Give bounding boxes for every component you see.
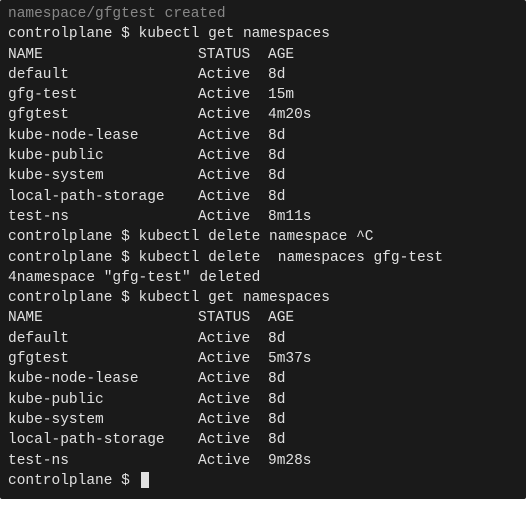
cell-status: Active [198, 187, 268, 207]
prompt-symbol: $ [121, 26, 130, 42]
cell-status: Active [198, 430, 268, 450]
cell-name: test-ns [8, 451, 198, 471]
cell-name: local-path-storage [8, 430, 198, 450]
table-row: test-nsActive8m11s [8, 207, 518, 227]
prompt-symbol: $ [121, 290, 130, 306]
table-row: kube-publicActive8d [8, 390, 518, 410]
prompt-symbol: $ [121, 250, 130, 266]
cell-age: 8d [268, 65, 285, 85]
command-text: kubectl get namespaces [139, 26, 330, 42]
cell-name: gfgtest [8, 105, 198, 125]
cell-age: 15m [268, 85, 294, 105]
cell-name: gfg-test [8, 85, 198, 105]
table-row: local-path-storageActive8d [8, 430, 518, 450]
prompt-line-1: controlplane $ kubectl get namespaces [8, 24, 518, 44]
cursor [141, 472, 149, 488]
cell-name: test-ns [8, 207, 198, 227]
command-text: kubectl delete namespace ^C [139, 229, 374, 245]
cell-status: Active [198, 166, 268, 186]
header-status: STATUS [198, 45, 268, 65]
cell-age: 8d [268, 430, 285, 450]
table-row: kube-systemActive8d [8, 166, 518, 186]
terminal-window[interactable]: namespace/gfgtest created controlplane $… [0, 0, 526, 499]
cell-status: Active [198, 85, 268, 105]
cell-status: Active [198, 207, 268, 227]
cell-name: gfgtest [8, 349, 198, 369]
header-age: AGE [268, 45, 294, 65]
cell-status: Active [198, 105, 268, 125]
cell-name: kube-node-lease [8, 126, 198, 146]
cell-age: 8d [268, 390, 285, 410]
table-row: kube-node-leaseActive8d [8, 369, 518, 389]
table1-body: defaultActive8dgfg-testActive15mgfgtestA… [8, 65, 518, 227]
table-row: gfgtestActive4m20s [8, 105, 518, 125]
cell-name: kube-public [8, 146, 198, 166]
table-row: kube-publicActive8d [8, 146, 518, 166]
command-text: kubectl delete namespaces gfg-test [139, 250, 444, 266]
prompt-line-2: controlplane $ kubectl delete namespace … [8, 227, 518, 247]
cell-name: default [8, 65, 198, 85]
prompt-line-4: controlplane $ kubectl get namespaces [8, 288, 518, 308]
header-name: NAME [8, 45, 198, 65]
cell-age: 8d [268, 166, 285, 186]
cell-age: 4m20s [268, 105, 312, 125]
cell-name: local-path-storage [8, 187, 198, 207]
prompt-host: controlplane [8, 250, 112, 266]
cell-age: 5m37s [268, 349, 312, 369]
cell-age: 8d [268, 329, 285, 349]
cell-status: Active [198, 349, 268, 369]
prompt-line-3: controlplane $ kubectl delete namespaces… [8, 248, 518, 268]
table-row: kube-node-leaseActive8d [8, 126, 518, 146]
command-text: kubectl get namespaces [139, 290, 330, 306]
prompt-host: controlplane [8, 290, 112, 306]
cell-status: Active [198, 451, 268, 471]
cell-name: kube-public [8, 390, 198, 410]
cell-name: kube-system [8, 166, 198, 186]
cell-age: 8d [268, 187, 285, 207]
header-status: STATUS [198, 308, 268, 328]
table-header: NAMESTATUSAGE [8, 308, 518, 328]
table-row: local-path-storageActive8d [8, 187, 518, 207]
prompt-host: controlplane [8, 26, 112, 42]
cell-status: Active [198, 126, 268, 146]
cell-age: 8d [268, 410, 285, 430]
table-row: gfgtestActive5m37s [8, 349, 518, 369]
table-row: test-nsActive9m28s [8, 451, 518, 471]
cell-age: 8d [268, 146, 285, 166]
table-header: NAMESTATUSAGE [8, 45, 518, 65]
prompt-host: controlplane [8, 473, 112, 489]
prompt-line-5: controlplane $ [8, 471, 518, 491]
prev-output-faded: namespace/gfgtest created [8, 4, 518, 24]
table-row: kube-systemActive8d [8, 410, 518, 430]
delete-output: 4namespace "gfg-test" deleted [8, 268, 518, 288]
cell-name: default [8, 329, 198, 349]
table-row: defaultActive8d [8, 329, 518, 349]
prompt-symbol: $ [121, 473, 130, 489]
prompt-symbol: $ [121, 229, 130, 245]
cell-status: Active [198, 369, 268, 389]
cell-age: 8d [268, 369, 285, 389]
table2-body: defaultActive8dgfgtestActive5m37skube-no… [8, 329, 518, 471]
table-row: gfg-testActive15m [8, 85, 518, 105]
cell-status: Active [198, 329, 268, 349]
header-name: NAME [8, 308, 198, 328]
cell-age: 8d [268, 126, 285, 146]
cell-status: Active [198, 65, 268, 85]
cell-age: 9m28s [268, 451, 312, 471]
cell-name: kube-node-lease [8, 369, 198, 389]
cell-status: Active [198, 146, 268, 166]
cell-status: Active [198, 410, 268, 430]
header-age: AGE [268, 308, 294, 328]
cell-status: Active [198, 390, 268, 410]
cell-age: 8m11s [268, 207, 312, 227]
cell-name: kube-system [8, 410, 198, 430]
table-row: defaultActive8d [8, 65, 518, 85]
prompt-host: controlplane [8, 229, 112, 245]
